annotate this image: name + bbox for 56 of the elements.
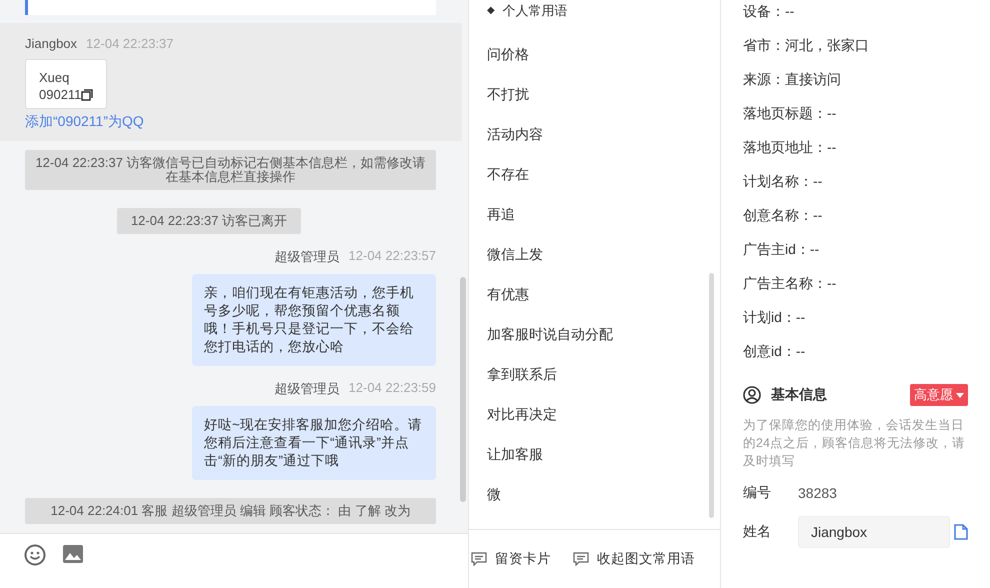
sender-name: 超级管理员 xyxy=(274,248,340,266)
caret-icon xyxy=(956,392,964,398)
phrase-item[interactable]: 不打扰 xyxy=(469,84,720,124)
phrase-item[interactable]: 对比再决定 xyxy=(469,404,720,444)
message-bubble: 亲，咱们现在有钜惠活动，您手机号多少呢，帮您预留个优惠名额哦！手机号只是登记一下，不会给您打电话的，您放心哈 xyxy=(192,274,436,366)
toolbar-button[interactable]: 留资卡片 xyxy=(471,550,551,568)
phrase-item[interactable]: 问价格 xyxy=(469,44,720,84)
comment-icon xyxy=(471,552,487,566)
phrase-item[interactable]: 活动内容 xyxy=(469,124,720,164)
user-icon xyxy=(743,386,761,404)
phrase-item[interactable]: 让加客服 xyxy=(469,444,720,484)
sender-name: Jiangbox xyxy=(25,36,78,51)
info-field: 广告主id：-- xyxy=(743,239,968,273)
message-bubble: 好哒~现在安排客服加您介绍哈。请您稍后注意查看一下“通讯录”并点击“新的朋友”通过下哦 xyxy=(192,406,436,480)
diamond-icon: ◆ xyxy=(487,2,495,18)
info-field: 来源：直接访问 xyxy=(743,69,968,103)
info-field: 落地页地址：-- xyxy=(743,137,968,171)
section-title: 基本信息 xyxy=(771,386,828,404)
scrollbar[interactable] xyxy=(709,273,714,518)
system-notice: 12-04 22:23:37 访客微信号已自动标记右侧基本信息栏，如需修改请在基本信息栏直接操作 xyxy=(25,150,436,190)
field-label: 姓名 xyxy=(743,523,772,541)
message-time: 12-04 22:23:59 xyxy=(348,380,436,397)
info-field: 设备：-- xyxy=(743,1,968,35)
info-notice: 为了保障您的使用体验，会话发生当日的24点之后，顾客信息将无法修改，请及时填写 xyxy=(743,417,966,470)
message-time: 12-04 22:23:57 xyxy=(348,248,436,265)
info-field: 创意id：-- xyxy=(743,341,968,375)
intent-dropdown[interactable]: 高意愿 xyxy=(910,384,968,406)
phrase-item[interactable]: 微 xyxy=(469,484,720,524)
phrase-item[interactable]: 不存在 xyxy=(469,164,720,204)
info-field: 广告主名称：-- xyxy=(743,273,968,307)
info-field: 落地页标题：-- xyxy=(743,103,968,137)
phrase-item[interactable]: 再追 xyxy=(469,204,720,244)
image-icon[interactable] xyxy=(62,544,84,564)
emoji-icon[interactable] xyxy=(24,544,46,566)
system-notice: 12-04 22:23:37 访客已离开 xyxy=(116,208,302,234)
scrollbar[interactable] xyxy=(460,277,466,502)
system-notice: 12-04 22:24:01 客服 超级管理员 编辑 顾客状态： 由 了解 改为 xyxy=(25,498,436,524)
info-field: 计划名称：-- xyxy=(743,171,968,205)
phrase-item[interactable]: 加客服时说自动分配 xyxy=(469,324,720,364)
info-field: 省市：河北，张家口 xyxy=(743,35,968,69)
phrase-item[interactable]: 微信上发 xyxy=(469,244,720,284)
phrase-item[interactable]: 拿到联系后 xyxy=(469,364,720,404)
section-header[interactable]: 个人常用语 xyxy=(502,2,568,18)
card-text: 090211 xyxy=(39,87,82,102)
name-field[interactable]: Jiangbox xyxy=(798,516,950,548)
toolbar-button[interactable]: 收起图文常用语 xyxy=(573,550,695,568)
info-field: 创意名称：-- xyxy=(743,205,968,239)
field-label: 编号 xyxy=(743,484,772,502)
comment-icon xyxy=(573,552,589,566)
info-field: 计划id：-- xyxy=(743,307,968,341)
copy-icon[interactable] xyxy=(81,88,94,100)
phrase-item[interactable]: 有优惠 xyxy=(469,284,720,324)
card-text: Xueq xyxy=(39,70,70,85)
field-value: 38283 xyxy=(798,485,837,501)
message-time: 12-04 22:23:37 xyxy=(86,36,174,51)
sender-name: 超级管理员 xyxy=(274,380,340,398)
